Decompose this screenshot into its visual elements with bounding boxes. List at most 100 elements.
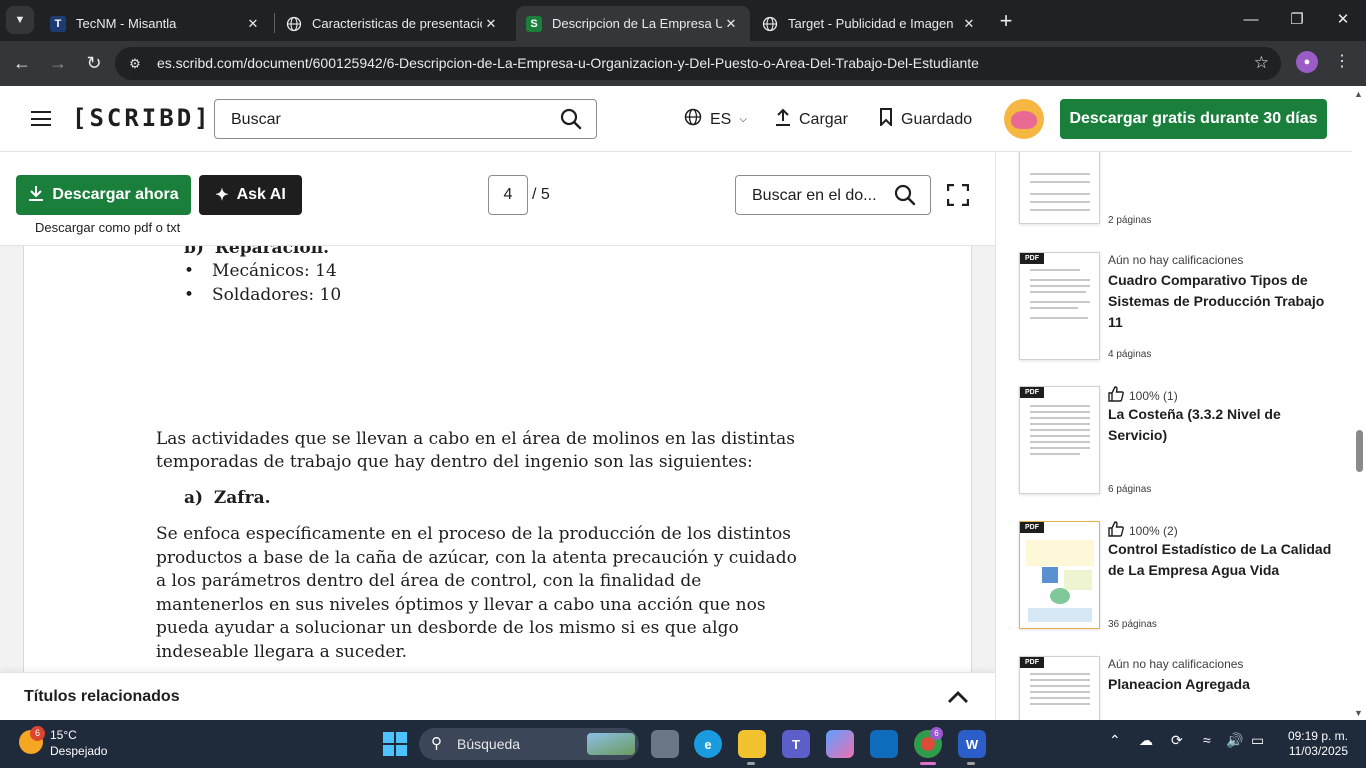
related-doc-title[interactable]: La Costeña (3.3.2 Nivel de Servicio) [1108, 404, 1333, 446]
weather-temperature[interactable]: 15°C [50, 728, 77, 742]
fullscreen-icon[interactable] [946, 183, 970, 207]
related-documents-sidebar[interactable]: 2 páginas PDF Aún no hay calificaciones … [995, 152, 1352, 720]
file-explorer-icon[interactable] [738, 730, 766, 758]
search-icon[interactable] [894, 184, 916, 211]
bookmark-star-icon[interactable]: ☆ [1254, 53, 1269, 73]
saved-button[interactable]: Guardado [879, 108, 972, 131]
ask-ai-button[interactable]: ✦ Ask AI [199, 175, 302, 215]
tab-search-button[interactable]: ▼ [6, 6, 34, 34]
cloud-icon[interactable]: ☁ [1139, 732, 1153, 749]
teams-icon[interactable]: T [782, 730, 810, 758]
wifi-icon[interactable]: ≈ [1203, 732, 1211, 748]
system-clock[interactable]: 09:19 p. m. 11/03/2025 [1284, 729, 1348, 759]
profile-avatar-icon[interactable]: ● [1296, 51, 1318, 73]
user-avatar[interactable] [1004, 99, 1044, 139]
chrome-menu-icon[interactable]: ⋮ [1334, 51, 1350, 71]
close-tab-icon[interactable]: ✕ [960, 16, 978, 32]
scribd-favicon-icon: S [526, 15, 542, 32]
page-scrollbar[interactable]: ▲ ▼ [1352, 86, 1366, 720]
related-doc-title[interactable]: Planeacion Agregada [1108, 674, 1333, 695]
copilot-icon[interactable] [826, 730, 854, 758]
download-now-button[interactable]: Descargar ahora [16, 175, 191, 215]
chevron-up-icon[interactable]: ⌃ [1109, 732, 1121, 749]
scroll-down-icon[interactable]: ▼ [1354, 708, 1363, 718]
page-number-input[interactable]: 4 [488, 175, 528, 215]
url-text[interactable]: es.scribd.com/document/600125942/6-Descr… [157, 55, 979, 71]
browser-tab-scribd[interactable]: S Descripcion de La Empresa U O ✕ [516, 6, 750, 41]
page-count: 6 páginas [1108, 484, 1152, 495]
weather-badge: 6 [30, 726, 45, 741]
pdf-badge: PDF [1020, 657, 1044, 668]
close-tab-icon[interactable]: ✕ [722, 16, 740, 32]
tab-title: Target - Publicidad e Imagen [788, 16, 954, 31]
store-icon[interactable] [870, 730, 898, 758]
paragraph-line: Las actividades que se llevan a cabo en … [156, 429, 795, 449]
rating-text: 100% (2) [1129, 523, 1178, 538]
bookmark-icon [879, 108, 893, 131]
related-titles-bar[interactable]: Títulos relacionados [0, 672, 995, 720]
document-thumbnail[interactable] [1019, 152, 1100, 224]
document-thumbnail[interactable]: PDF [1019, 252, 1100, 360]
document-thumbnail[interactable]: PDF [1019, 656, 1100, 720]
weather-condition[interactable]: Despejado [50, 744, 107, 758]
sync-icon[interactable]: ⟳ [1171, 732, 1183, 749]
close-window-button[interactable]: ✕ [1320, 0, 1366, 38]
close-tab-icon[interactable]: ✕ [482, 16, 500, 32]
language-selector[interactable]: ES ⌵ [684, 108, 747, 131]
tab-title: TecNM - Misantla [76, 16, 177, 31]
globe-icon [286, 16, 302, 32]
upload-button[interactable]: Cargar [775, 108, 848, 131]
browser-tab-strip: ▼ T TecNM - Misantla ✕ Caracteristicas d… [0, 0, 1366, 41]
maximize-button[interactable]: ❐ [1274, 0, 1320, 38]
site-info-icon[interactable]: ⚙ [125, 54, 145, 74]
upload-icon [775, 108, 791, 131]
back-button[interactable]: ← [10, 51, 34, 75]
browser-tab-caracteristicas[interactable]: Caracteristicas de presentacion ✕ [276, 6, 510, 41]
related-doc-title[interactable]: Cuadro Comparativo Tipos de Sistemas de … [1108, 270, 1333, 333]
saved-label: Guardado [901, 110, 973, 128]
download-icon [28, 185, 44, 206]
rating-text: Aún no hay calificaciones [1108, 657, 1244, 671]
battery-icon[interactable]: ▭ [1251, 732, 1264, 749]
new-tab-button[interactable]: + [996, 8, 1016, 34]
scroll-up-icon[interactable]: ▲ [1354, 89, 1363, 99]
browser-tab-tecnm[interactable]: T TecNM - Misantla ✕ [40, 6, 272, 41]
chevron-up-icon[interactable] [946, 685, 970, 714]
scribd-logo[interactable]: [SCRIBD] [72, 104, 212, 132]
document-thumbnail[interactable]: PDF [1019, 521, 1100, 629]
edge-icon[interactable]: e [694, 730, 722, 758]
hamburger-menu-icon[interactable] [31, 111, 51, 126]
download-subtitle: Descargar como pdf o txt [35, 220, 181, 235]
document-search-input[interactable]: Buscar en el do... [735, 175, 931, 215]
browser-tab-target[interactable]: Target - Publicidad e Imagen ✕ [752, 6, 988, 41]
windows-start-icon[interactable] [383, 732, 407, 756]
close-tab-icon[interactable]: ✕ [244, 16, 262, 32]
forward-button[interactable]: → [46, 51, 70, 75]
document-viewer[interactable]: b) Reparación. • Mecánicos: 14 • Soldadore… [0, 246, 995, 672]
scrollbar-thumb[interactable] [1356, 430, 1363, 472]
sparkle-icon: ✦ [215, 187, 229, 204]
word-icon[interactable]: W [958, 730, 986, 758]
rating-text: 100% (1) [1129, 388, 1178, 403]
search-input[interactable]: Buscar [214, 99, 597, 139]
pdf-badge: PDF [1020, 387, 1044, 398]
minimize-button[interactable]: — [1228, 0, 1274, 38]
document-thumbnail[interactable]: PDF [1019, 386, 1100, 494]
tab-separator [274, 13, 275, 33]
related-doc-title[interactable]: Control Estadístico de La Calidad de La … [1108, 539, 1333, 581]
task-view-icon[interactable] [651, 730, 679, 758]
document-page: b) Reparación. • Mecánicos: 14 • Soldadore… [23, 246, 972, 672]
taskbar-search-input[interactable]: ⚲ Búsqueda [419, 728, 639, 760]
tab-title: Caracteristicas de presentacion [312, 16, 482, 31]
search-highlight-image [587, 733, 635, 755]
volume-icon[interactable]: 🔊 [1226, 732, 1243, 749]
address-bar[interactable]: ⚙ es.scribd.com/document/600125942/6-Des… [115, 47, 1281, 80]
free-trial-button[interactable]: Descargar gratis durante 30 días [1060, 99, 1327, 139]
app-indicator-active [920, 762, 936, 765]
list-item: • Soldadores: 10 [184, 285, 342, 305]
page-total: / 5 [532, 186, 550, 203]
language-label: ES [710, 110, 732, 128]
page-count: 36 páginas [1108, 619, 1157, 630]
search-icon[interactable] [560, 108, 582, 135]
reload-button[interactable]: ↻ [82, 51, 106, 75]
